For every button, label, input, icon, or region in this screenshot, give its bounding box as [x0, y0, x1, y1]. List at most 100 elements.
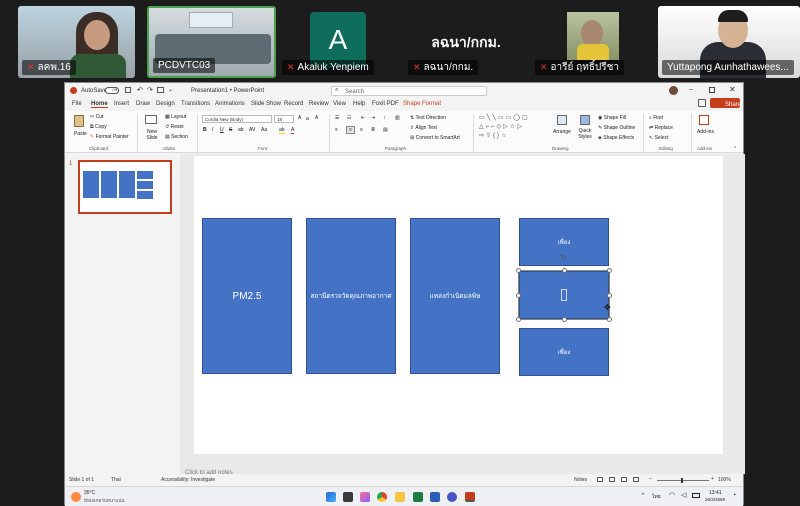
select-button[interactable]: ↖ Select: [649, 135, 669, 141]
text-direction-button[interactable]: ⇅ Text Direction: [410, 115, 446, 121]
shape-right-middle-selected[interactable]: [518, 270, 610, 320]
tray-overflow-icon[interactable]: ⌃: [640, 492, 646, 500]
tab-draw[interactable]: Draw: [136, 101, 150, 107]
chrome-icon[interactable]: [377, 492, 387, 502]
undo-icon[interactable]: ↶: [137, 86, 143, 94]
tab-transitions[interactable]: Transitions: [181, 101, 210, 107]
language-indicator[interactable]: Thai: [111, 477, 121, 483]
zoom-thumb[interactable]: [681, 478, 683, 483]
input-language[interactable]: ไทย: [652, 493, 661, 501]
highlight-icon[interactable]: ab: [279, 127, 285, 134]
resize-handle[interactable]: [516, 317, 521, 322]
normal-view-icon[interactable]: [597, 477, 603, 482]
search-box[interactable]: ⌕ Search: [331, 86, 487, 96]
tab-shape-format[interactable]: Shape Format: [403, 101, 441, 107]
shapes-gallery[interactable]: ▭╲╲▭▭◯▢ △⌐⌐◇▷☆▷ ⇨⇧{}☆: [479, 114, 549, 142]
zoom-slider[interactable]: [657, 480, 709, 481]
save-icon[interactable]: [125, 87, 131, 93]
participant-tile-1[interactable]: ✕ ลคพ.16: [18, 6, 135, 78]
align-right-icon[interactable]: ≡: [360, 127, 363, 133]
shadow-icon[interactable]: ab: [238, 127, 244, 133]
accessibility-indicator[interactable]: Accessibility: Investigate: [161, 477, 215, 483]
notification-icon[interactable]: ◔: [732, 492, 736, 499]
comments-icon[interactable]: [698, 99, 706, 107]
file-explorer-icon[interactable]: [395, 492, 405, 502]
spacing-icon[interactable]: AV: [249, 127, 255, 133]
zoom-out-icon[interactable]: –: [649, 476, 652, 482]
italic-icon[interactable]: I: [212, 127, 213, 133]
font-color-icon[interactable]: A: [291, 127, 295, 134]
powerpoint-taskbar-icon[interactable]: [465, 492, 475, 502]
addins-icon[interactable]: [699, 115, 709, 125]
present-icon[interactable]: [157, 87, 164, 93]
participant-tile-3[interactable]: A ✕ Akaluk Yenpiem: [278, 6, 402, 78]
notes-button[interactable]: Notes: [574, 477, 587, 483]
clock-time[interactable]: 13:41: [709, 490, 722, 496]
align-center-icon[interactable]: ≡: [346, 126, 355, 134]
resize-handle[interactable]: [607, 293, 612, 298]
tab-home[interactable]: Home: [91, 101, 108, 108]
participant-tile-4[interactable]: ลฉนา/กกม. ✕ ลฉนา/กกม.: [404, 6, 528, 78]
tab-view[interactable]: View: [333, 101, 346, 107]
find-button[interactable]: ⌕ Find: [649, 115, 663, 121]
addins-button[interactable]: Add-ins: [697, 129, 714, 135]
excel-icon[interactable]: [413, 492, 423, 502]
volume-icon[interactable]: ◁: [681, 491, 686, 499]
convert-smartart-button[interactable]: ⊞ Convert to SmartArt: [410, 135, 460, 141]
resize-handle[interactable]: [516, 268, 521, 273]
slideshow-view-icon[interactable]: [633, 477, 639, 482]
tab-foxit-pdf[interactable]: Foxit PDF: [372, 101, 399, 107]
tab-slide-show[interactable]: Slide Show: [251, 101, 281, 107]
shape-fill-button[interactable]: ◉ Shape Fill: [598, 115, 626, 121]
new-slide-button[interactable]: New Slide: [143, 129, 161, 141]
cut-button[interactable]: ✂ Cut: [90, 114, 103, 120]
redo-icon[interactable]: ↷: [147, 86, 153, 94]
participant-tile-2[interactable]: PCDVTC03: [147, 6, 276, 78]
outdent-icon[interactable]: ⇥: [371, 115, 375, 121]
tab-record[interactable]: Record: [284, 101, 303, 107]
indent-icon[interactable]: ⇤: [361, 115, 365, 121]
participant-tile-6[interactable]: Yuttapong Aunhathawees...: [658, 6, 800, 78]
resize-handle[interactable]: [562, 317, 567, 322]
participant-tile-5[interactable]: ✕ อารีย์ ฤทธิ์ปรีชา: [531, 6, 655, 78]
distributed-icon[interactable]: ▤: [383, 127, 388, 133]
paste-button[interactable]: Paste: [74, 131, 87, 137]
weather-icon[interactable]: [71, 492, 81, 502]
slide-canvas[interactable]: PM2.5 สถานีตรวจวัดคุณภาพอากาศ แหล่งกำเนิ…: [194, 156, 723, 454]
resize-handle[interactable]: [607, 268, 612, 273]
qat-more-icon[interactable]: ⌄: [168, 86, 173, 93]
grow-font-icon[interactable]: A: [298, 115, 301, 121]
zoom-in-icon[interactable]: +: [711, 476, 714, 482]
collapse-ribbon-icon[interactable]: ⌃: [733, 146, 737, 152]
bold-icon[interactable]: B: [203, 127, 207, 133]
shape-right-bottom[interactable]: เพื่อง: [519, 328, 609, 376]
underline-icon[interactable]: U: [220, 127, 224, 133]
resize-handle[interactable]: [516, 293, 521, 298]
rotate-handle-icon[interactable]: ↻: [560, 253, 567, 262]
close-icon[interactable]: ✕: [729, 85, 736, 94]
sorter-view-icon[interactable]: [609, 477, 615, 482]
search-taskbar-icon[interactable]: [343, 492, 353, 502]
maximize-icon[interactable]: [709, 87, 715, 93]
quick-styles-button[interactable]: Quick Styles: [575, 128, 595, 140]
font-name-select[interactable]: Cordia New (Body): [202, 115, 272, 123]
resize-handle[interactable]: [607, 317, 612, 322]
clock-date[interactable]: 26/3/2568: [705, 497, 725, 502]
section-button[interactable]: ▤ Section: [165, 134, 188, 140]
format-painter-button[interactable]: ✎ Format Painter: [90, 134, 129, 140]
new-slide-icon[interactable]: [145, 115, 157, 124]
meeting-app-icon[interactable]: [447, 492, 457, 502]
layout-button[interactable]: ▦ Layout: [165, 114, 186, 120]
clear-format-icon[interactable]: A: [315, 115, 318, 121]
arrange-button[interactable]: Arrange: [553, 129, 571, 135]
tab-design[interactable]: Design: [156, 101, 175, 107]
shape-air-station[interactable]: สถานีตรวจวัดคุณภาพอากาศ: [306, 218, 396, 374]
case-icon[interactable]: Aa: [261, 127, 267, 133]
shape-pm25[interactable]: PM2.5: [202, 218, 292, 374]
zoom-level[interactable]: 100%: [718, 477, 731, 483]
shape-pollution-source[interactable]: แหล่งกำเนิดมลพิษ: [410, 218, 500, 374]
align-text-button[interactable]: ⇳ Align Text: [410, 125, 437, 131]
resize-handle[interactable]: [562, 268, 567, 273]
share-button[interactable]: Share: [710, 98, 741, 108]
align-left-icon[interactable]: ≡: [335, 127, 338, 133]
